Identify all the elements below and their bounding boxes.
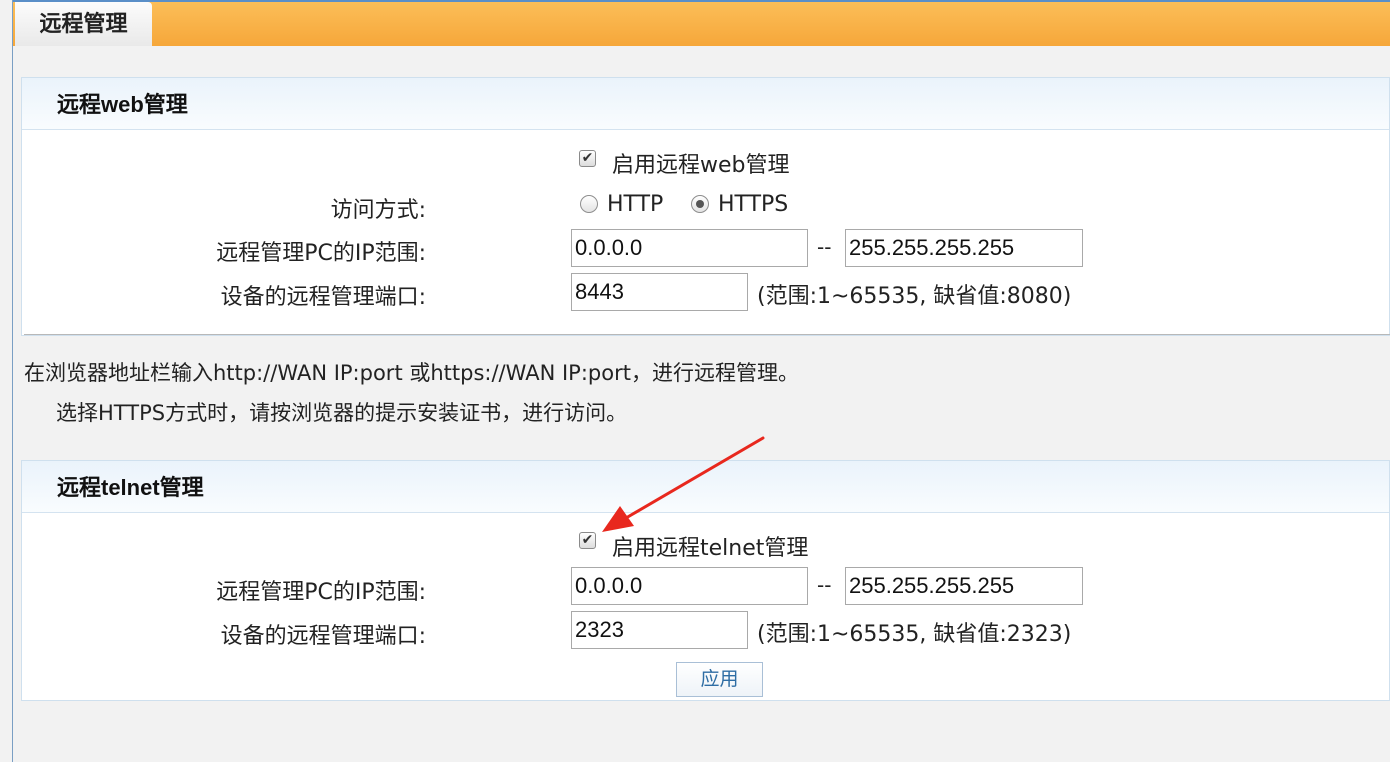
- web-port-label: 设备的远程管理端口:: [220, 285, 426, 310]
- telnet-port-hint: (范围:1~65535, 缺省值:2323): [757, 622, 1072, 647]
- radio-https[interactable]: [691, 195, 709, 213]
- web-ip-separator: --: [817, 235, 832, 259]
- top-header-bar: [13, 0, 1390, 46]
- telnet-ip-end-input[interactable]: 255.255.255.255: [845, 567, 1083, 605]
- annotation-arrow-shaft: [624, 436, 765, 520]
- apply-button[interactable]: 应用: [676, 662, 763, 697]
- telnet-ip-range-label: 远程管理PC的IP范围:: [216, 580, 426, 605]
- radio-https-label: HTTPS: [718, 192, 789, 217]
- web-port-hint: (范围:1~65535, 缺省值:8080): [757, 284, 1072, 309]
- radio-http-label: HTTP: [607, 192, 664, 217]
- telnet-ip-separator: --: [817, 573, 832, 597]
- annotation-arrow-head: [602, 506, 634, 532]
- access-method-label: 访问方式:: [330, 198, 426, 223]
- telnet-port-label: 设备的远程管理端口:: [220, 624, 426, 649]
- telnet-ip-start-input[interactable]: 0.0.0.0: [571, 567, 808, 605]
- web-enable-checkbox[interactable]: ✔: [579, 150, 596, 167]
- web-section-title: 远程web管理: [22, 78, 1389, 130]
- tab-remote-management[interactable]: 远程管理: [15, 2, 152, 46]
- telnet-port-input[interactable]: 2323: [571, 611, 748, 649]
- web-enable-label: 启用远程web管理: [612, 153, 790, 178]
- left-border: [12, 0, 13, 762]
- note-line-1: 在浏览器地址栏输入http://WAN IP:port 或https://WAN…: [24, 361, 799, 385]
- section-divider: [24, 334, 1390, 335]
- note-line-2: 选择HTTPS方式时，请按浏览器的提示安装证书，进行访问。: [56, 401, 628, 425]
- radio-http[interactable]: [580, 195, 598, 213]
- web-port-input[interactable]: 8443: [571, 273, 748, 311]
- annotation-arrow: [602, 436, 765, 532]
- web-ip-start-input[interactable]: 0.0.0.0: [571, 229, 808, 267]
- web-ip-end-input[interactable]: 255.255.255.255: [845, 229, 1083, 267]
- web-ip-range-label: 远程管理PC的IP范围:: [216, 241, 426, 266]
